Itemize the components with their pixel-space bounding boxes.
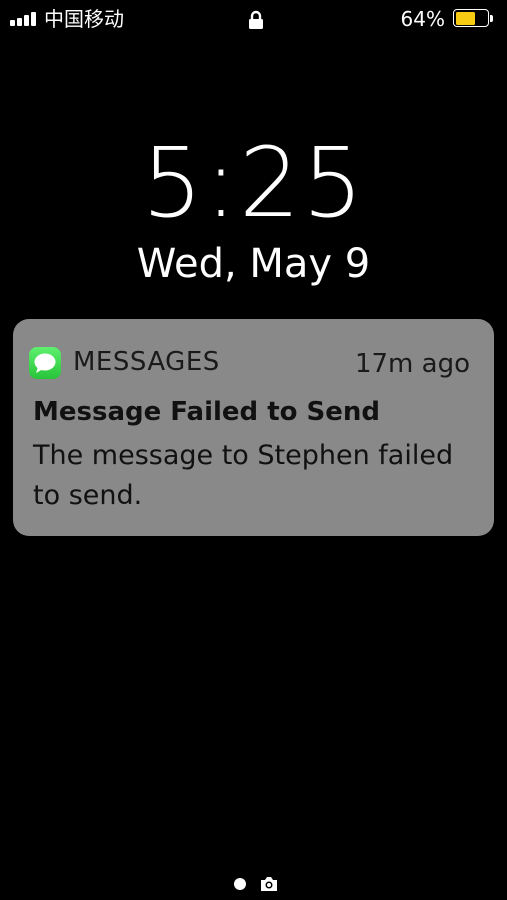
notification-time: 17m ago (354, 349, 470, 379)
battery-icon (453, 9, 495, 29)
notification-body: The message to Stephen failed to send. (33, 440, 454, 511)
notification-title: Message Failed to Send (33, 397, 381, 427)
lock-icon (249, 10, 263, 29)
notification-card[interactable]: MESSAGES 17m ago Message Failed to Send … (13, 319, 494, 536)
clock-time: 5:25 (141, 127, 366, 239)
camera-icon[interactable] (260, 876, 278, 892)
page-indicator (0, 876, 507, 892)
carrier-name: 中国移动 (44, 7, 124, 31)
signal-bars-icon (10, 12, 40, 26)
lock-screen: 中国移动 64% 5:25 Wed, May 9 MESSAGES 17m ag… (0, 0, 507, 900)
status-bar: 中国移动 64% (0, 0, 507, 38)
clock-date: Wed, May 9 (136, 241, 371, 287)
notification-app-name: MESSAGES (73, 347, 220, 377)
battery-percent: 64% (400, 7, 445, 31)
page-dot (234, 878, 246, 890)
messages-app-icon (29, 347, 61, 379)
